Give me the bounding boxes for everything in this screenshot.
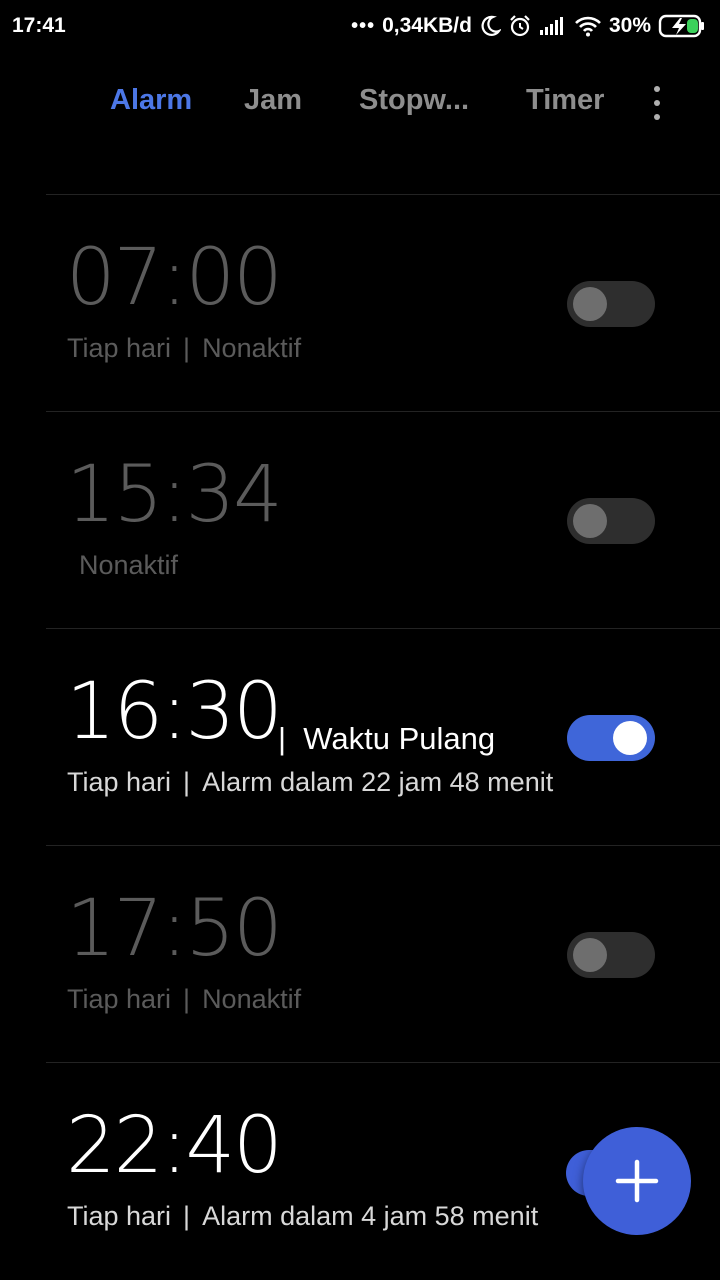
alarm-separator: | [183,984,191,1014]
tab-timer[interactable]: Timer [526,84,604,117]
alarm-time: 22:40 [66,1101,283,1191]
tab-stopwatch[interactable]: Stopw... [359,84,469,117]
more-dot [654,86,660,92]
alarm-row[interactable]: 17:50 Tiap hari | Nonaktif [46,845,720,1062]
clock-app-screen: 17:41 ••• 0,34KB/d 30% Alarm Jam Stopw..… [0,0,720,1280]
notification-dots: ••• [351,14,376,37]
alarm-time: 17:50 [66,884,283,974]
alarm-subtitle: Tiap hari | Nonaktif [67,333,301,364]
wifi-icon [574,15,602,37]
moon-icon [479,15,501,37]
toggle-knob [613,721,647,755]
alarm-toggle[interactable] [567,281,655,327]
alarm-status: Nonaktif [202,984,302,1014]
alarm-repeat: Tiap hari [67,984,172,1014]
alarm-list: 07:00 Tiap hari | Nonaktif 15:34 Nonaktif … [0,194,720,1279]
alarm-subtitle: Tiap hari | Alarm dalam 22 jam 48 menit [67,767,553,798]
alarm-time: 07:00 [66,233,283,323]
tab-alarm[interactable]: Alarm [110,84,192,117]
alarm-time: 16:30 [66,667,283,757]
battery-charging-icon [658,14,706,38]
battery-percent: 30% [608,14,651,37]
alarm-row[interactable]: 15:34 Nonaktif [46,411,720,628]
alarm-status: Nonaktif [202,333,302,363]
alarm-subtitle: Nonaktif [79,550,178,581]
alarm-time: 15:34 [66,450,283,540]
signal-icon [539,16,567,36]
status-icons: ••• 0,34KB/d 30% [351,14,706,38]
alarm-toggle[interactable] [567,932,655,978]
alarm-repeat: Tiap hari [67,333,172,363]
alarm-separator: | [183,767,191,797]
alarm-label-text: Waktu Pulang [303,721,496,756]
alarm-repeat: Tiap hari [67,1201,172,1231]
add-alarm-button[interactable] [583,1127,691,1235]
alarm-status: Alarm dalam 22 jam 48 menit [202,767,554,797]
more-dot [654,100,660,106]
plus-icon [615,1159,659,1203]
alarm-toggle[interactable] [567,498,655,544]
network-speed: 0,34KB/d [382,14,472,37]
alarm-subtitle: Tiap hari | Alarm dalam 4 jam 58 menit [67,1201,538,1232]
toggle-knob [573,287,607,321]
alarm-separator: | [183,333,191,363]
toggle-knob [573,938,607,972]
more-options-icon[interactable] [642,84,672,122]
alarm-label-separator: | [278,721,287,756]
alarm-repeat: Tiap hari [67,767,172,797]
alarm-status: Alarm dalam 4 jam 58 menit [202,1201,539,1231]
toggle-knob [573,504,607,538]
alarm-label: | Waktu Pulang [278,721,495,757]
alarm-toggle[interactable] [567,715,655,761]
alarm-separator: | [183,1201,191,1231]
alarm-row[interactable]: 07:00 Tiap hari | Nonaktif [46,194,720,411]
alarm-row[interactable]: 16:30 | Waktu Pulang Tiap hari | Alarm dal… [46,628,720,845]
status-bar: 17:41 ••• 0,34KB/d 30% [0,0,720,52]
alarm-status: Nonaktif [79,550,179,580]
alarm-clock-icon [508,14,532,38]
more-dot [654,114,660,120]
status-time: 17:41 [12,14,66,37]
tab-jam[interactable]: Jam [244,84,302,117]
tab-bar: Alarm Jam Stopw... Timer [0,76,720,130]
alarm-subtitle: Tiap hari | Nonaktif [67,984,301,1015]
